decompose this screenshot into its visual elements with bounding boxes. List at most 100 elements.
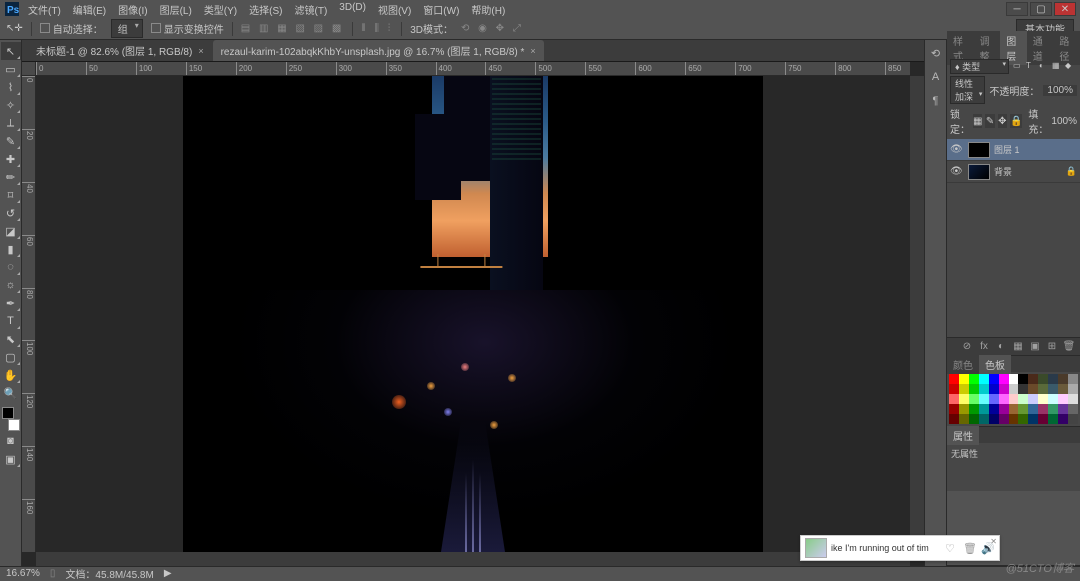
swatch[interactable]	[1068, 404, 1078, 414]
media-notification-toast[interactable]: ike I'm running out of tim ♡ 🗑 🔊 ✕	[800, 535, 1000, 561]
lock-transparency-icon[interactable]: ▦	[973, 114, 982, 128]
history-panel-icon[interactable]: ⟲	[928, 46, 944, 60]
show-transform-checkbox[interactable]: 显示变换控件	[151, 21, 224, 36]
screen-mode-toggle[interactable]: ▣	[1, 450, 21, 468]
window-minimize-button[interactable]: ─	[1006, 2, 1028, 16]
menu-e[interactable]: 编辑(E)	[67, 0, 112, 19]
swatch[interactable]	[979, 384, 989, 394]
vertical-scrollbar[interactable]	[910, 76, 924, 552]
eyedropper-tool[interactable]: ✎	[1, 132, 21, 150]
menu-i[interactable]: 图像(I)	[112, 0, 153, 19]
swatch[interactable]	[979, 404, 989, 414]
swatch[interactable]	[1009, 384, 1019, 394]
distribute-icons[interactable]: ⫴ ⫼ ⫶	[361, 23, 393, 34]
layer-filter-icon[interactable]: ◐	[1039, 61, 1051, 73]
swatch[interactable]	[999, 374, 1009, 384]
menu-h[interactable]: 帮助(H)	[465, 0, 511, 19]
swatch[interactable]	[959, 384, 969, 394]
paragraph-panel-icon[interactable]: ¶	[928, 94, 944, 108]
swatch[interactable]	[989, 414, 999, 424]
auto-select-checkbox[interactable]: 自动选择：	[40, 21, 103, 36]
menu-l[interactable]: 图层(L)	[154, 0, 198, 19]
trash-icon[interactable]: 🗑	[963, 542, 977, 555]
document-size[interactable]: 文档：45.8M/45.8M	[65, 566, 153, 581]
swatch[interactable]	[1018, 394, 1028, 404]
layer-action-icon[interactable]: ⊘	[960, 340, 974, 354]
swatch[interactable]	[989, 404, 999, 414]
swatch[interactable]	[949, 374, 959, 384]
swatch[interactable]	[1058, 374, 1068, 384]
marquee-tool[interactable]: ▭	[1, 60, 21, 78]
swatch[interactable]	[949, 394, 959, 404]
menu-t[interactable]: 滤镜(T)	[289, 0, 334, 19]
brush-tool[interactable]: ✏	[1, 168, 21, 186]
menu-t[interactable]: 文件(T)	[22, 0, 67, 19]
swatch[interactable]	[949, 404, 959, 414]
layer-name[interactable]: 图层 1	[994, 143, 1020, 156]
horizontal-scrollbar[interactable]	[36, 552, 910, 566]
swatch[interactable]	[959, 394, 969, 404]
close-tab-icon[interactable]: ×	[198, 46, 203, 56]
swatch[interactable]	[949, 384, 959, 394]
swatch[interactable]	[1028, 384, 1038, 394]
swatch[interactable]	[949, 414, 959, 424]
swatch[interactable]	[1058, 414, 1068, 424]
layer-action-icon[interactable]: ◐	[994, 340, 1008, 354]
swatch[interactable]	[989, 374, 999, 384]
layer-thumbnail[interactable]	[968, 142, 990, 158]
menu-y[interactable]: 类型(Y)	[198, 0, 243, 19]
swatch[interactable]	[1018, 404, 1028, 414]
layer-kind-filter[interactable]: ♦ 类型	[950, 59, 1009, 74]
auto-select-mode-dropdown[interactable]: 组	[111, 19, 143, 38]
shape-tool[interactable]: ▢	[1, 348, 21, 366]
eraser-tool[interactable]: ◪	[1, 222, 21, 240]
pen-tool[interactable]: ✒	[1, 294, 21, 312]
path-select-tool[interactable]: ⬉	[1, 330, 21, 348]
blend-mode-dropdown[interactable]: 线性加深	[950, 76, 985, 104]
fill-value[interactable]: 100%	[1051, 116, 1077, 127]
layer-row[interactable]: 👁背景🔒	[947, 161, 1080, 183]
swatch[interactable]	[969, 414, 979, 424]
swatch[interactable]	[1028, 374, 1038, 384]
swatch[interactable]	[999, 404, 1009, 414]
swatch[interactable]	[1068, 374, 1078, 384]
swatch[interactable]	[989, 394, 999, 404]
swatch[interactable]	[1038, 414, 1048, 424]
close-tab-icon[interactable]: ×	[530, 46, 535, 56]
window-maximize-button[interactable]: ▢	[1030, 2, 1052, 16]
swatch[interactable]	[989, 384, 999, 394]
swatch[interactable]	[1038, 394, 1048, 404]
like-icon[interactable]: ♡	[945, 542, 959, 555]
swatch[interactable]	[959, 374, 969, 384]
layer-action-icon[interactable]: fx	[977, 340, 991, 354]
swatch[interactable]	[1068, 414, 1078, 424]
swatch[interactable]	[1018, 414, 1028, 424]
swatch[interactable]	[1048, 384, 1058, 394]
swatch[interactable]	[1028, 404, 1038, 414]
menu-w[interactable]: 窗口(W)	[417, 0, 465, 19]
layer-filter-icon[interactable]: ▭	[1013, 61, 1025, 73]
swatch[interactable]	[1058, 394, 1068, 404]
document-tab[interactable]: rezaul-karim-102abqkKhbY-unsplash.jpg @ …	[213, 40, 544, 61]
swatch[interactable]	[999, 414, 1009, 424]
swatch[interactable]	[1058, 404, 1068, 414]
layers-empty-area[interactable]	[947, 183, 1080, 337]
menu-v[interactable]: 视图(V)	[372, 0, 417, 19]
align-icons[interactable]: ▤ ▥ ▦ ▧ ▨ ▩	[241, 23, 345, 34]
notification-close-icon[interactable]: ✕	[990, 537, 997, 546]
layer-action-icon[interactable]: ▦	[1011, 340, 1025, 354]
swatch[interactable]	[1018, 384, 1028, 394]
swatches-tab[interactable]: 色板	[979, 355, 1011, 374]
swatch[interactable]	[979, 394, 989, 404]
swatch[interactable]	[969, 404, 979, 414]
swatch[interactable]	[1068, 384, 1078, 394]
properties-tab[interactable]: 属性	[947, 426, 979, 445]
clone-stamp-tool[interactable]: ⌑	[1, 186, 21, 204]
crop-tool[interactable]: ⟂	[1, 114, 21, 132]
swatch[interactable]	[979, 414, 989, 424]
layer-filter-icon[interactable]: ▦	[1052, 61, 1064, 73]
horizontal-ruler[interactable]: 0501001502002503003504004505005506006507…	[36, 62, 910, 76]
foreground-color-swatch[interactable]	[2, 407, 14, 419]
hand-tool[interactable]: ✋	[1, 366, 21, 384]
swatch[interactable]	[1038, 404, 1048, 414]
